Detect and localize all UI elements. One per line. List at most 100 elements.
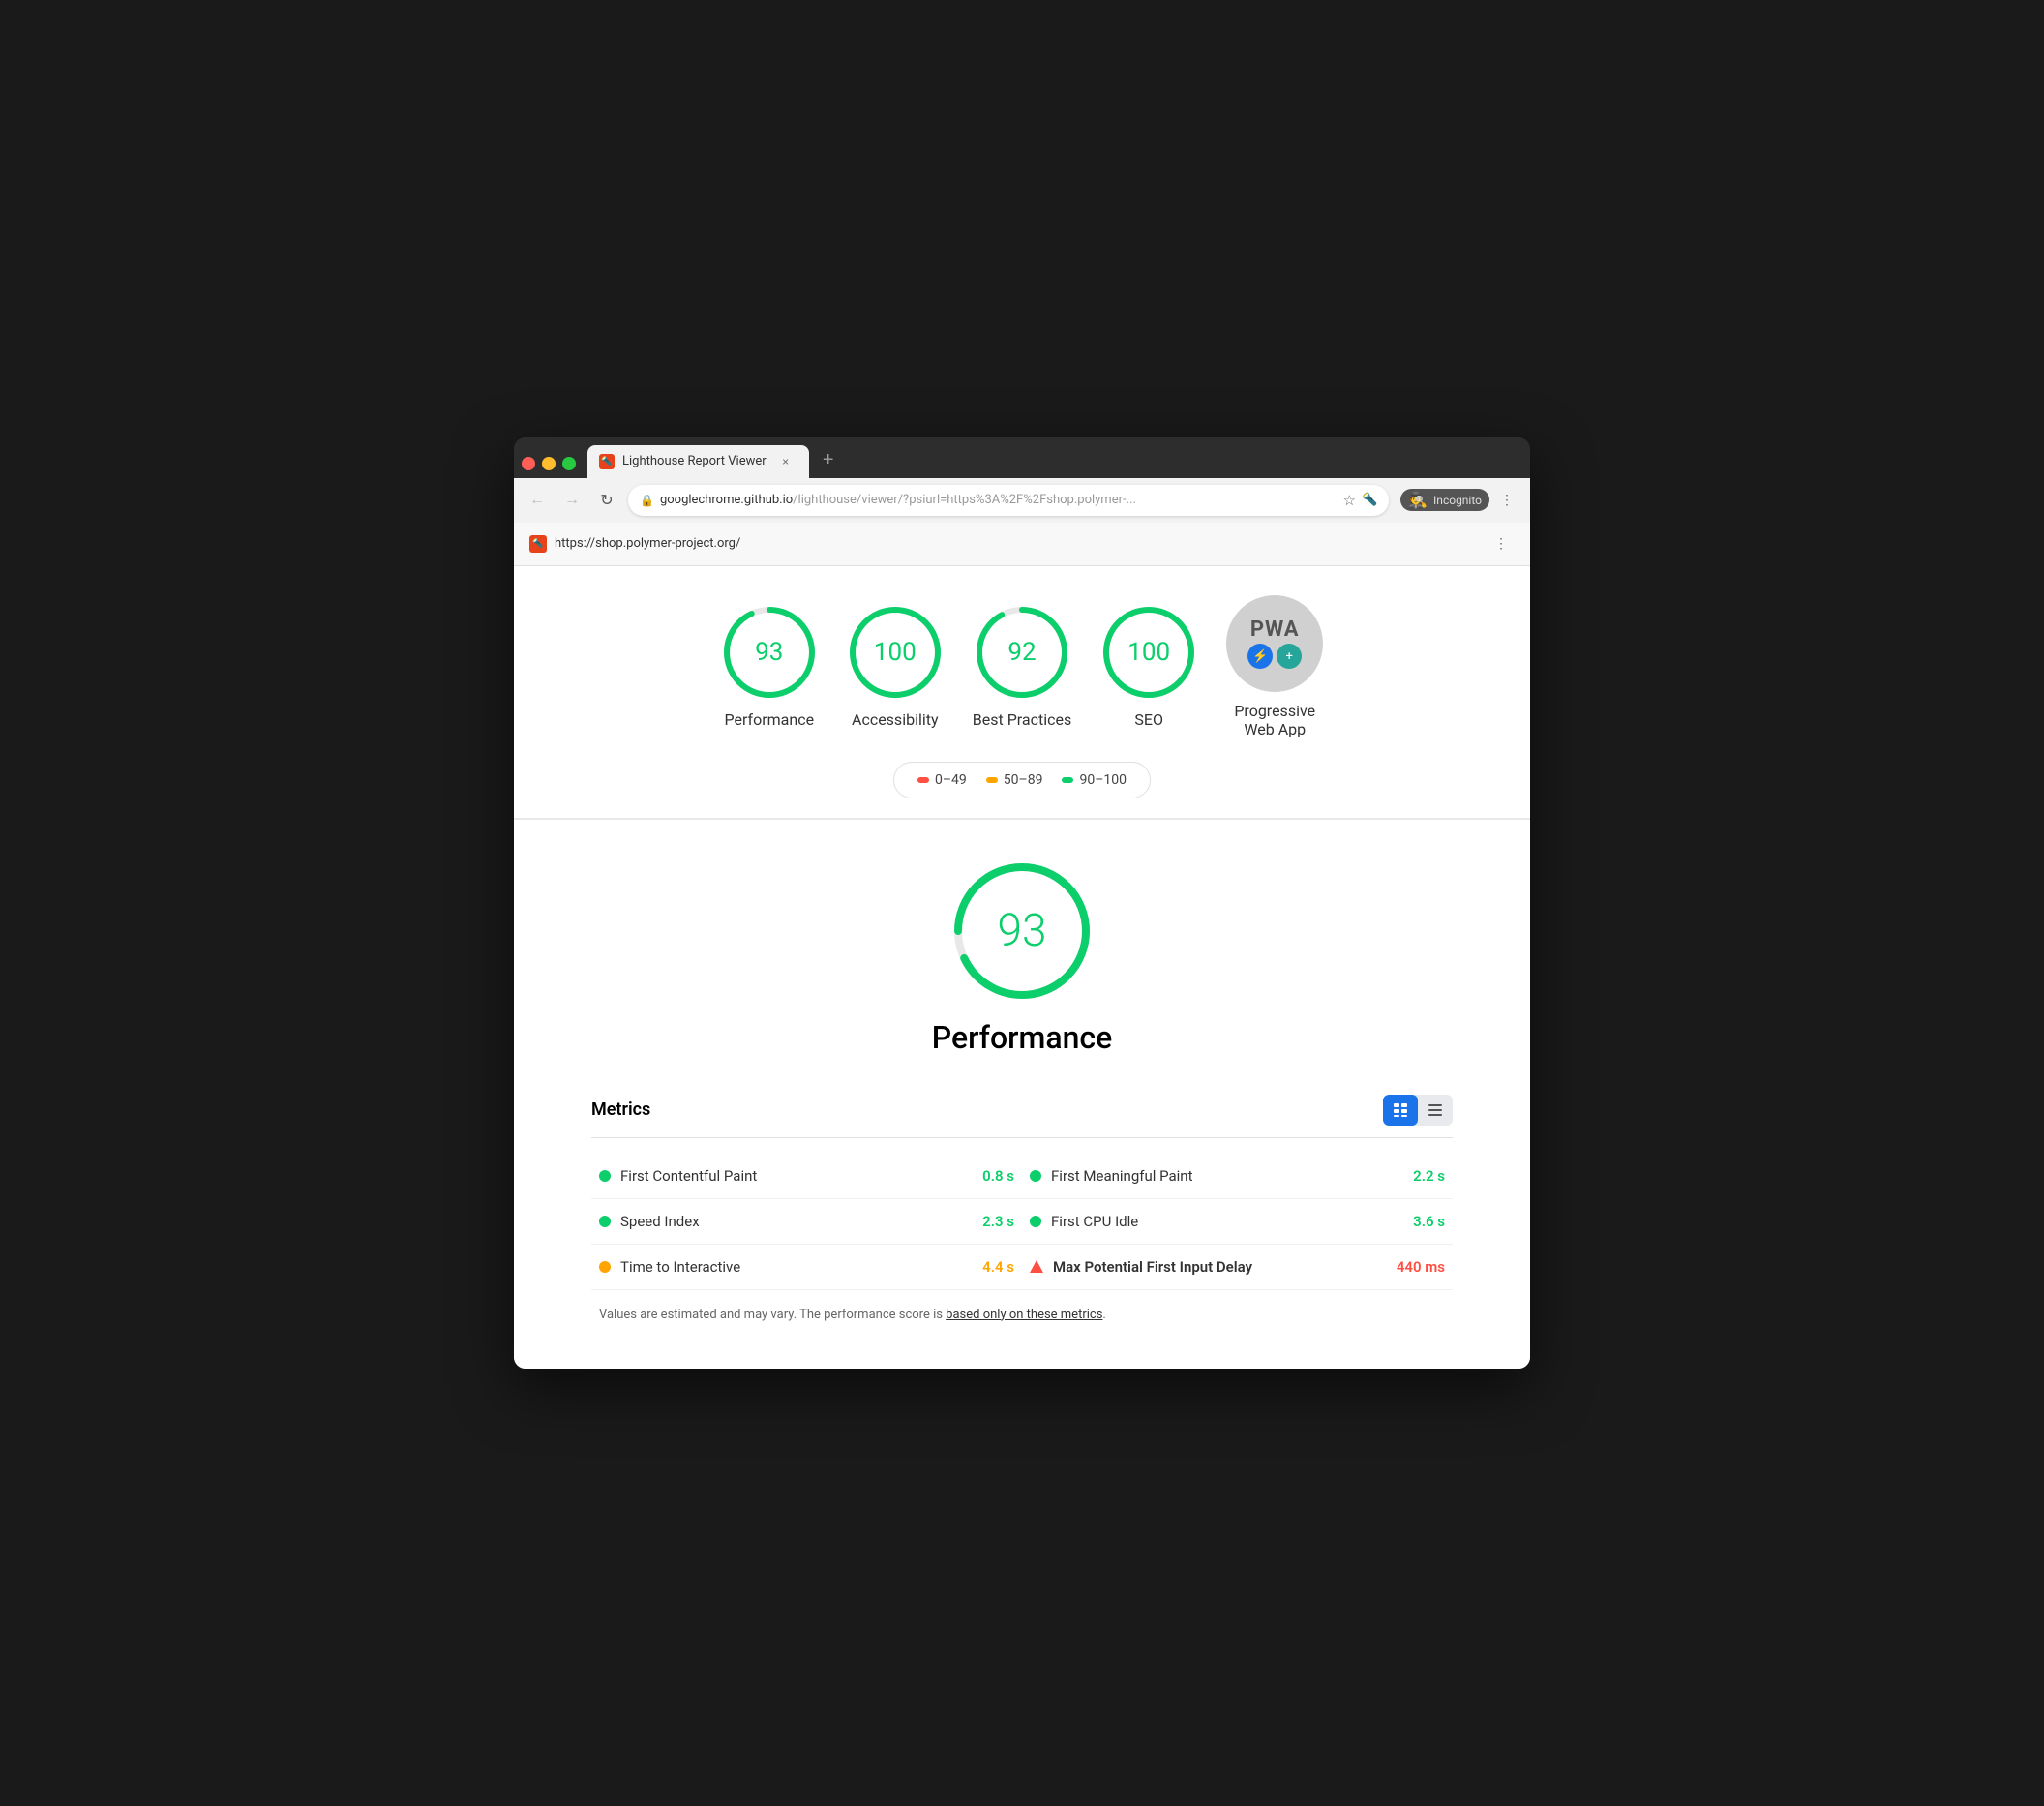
score-item-pwa: PWA ⚡ + ProgressiveWeb App xyxy=(1226,595,1323,738)
address-text: googlechrome.github.io/lighthouse/viewer… xyxy=(660,493,1338,507)
pwa-circle[interactable]: PWA ⚡ + xyxy=(1226,595,1323,692)
metrics-right-column: First Meaningful Paint 2.2 s First CPU I… xyxy=(1022,1154,1453,1290)
metrics-note-link[interactable]: based only on these metrics xyxy=(946,1308,1102,1322)
metrics-left-column: First Contentful Paint 0.8 s Speed Index… xyxy=(591,1154,1022,1290)
metrics-note: Values are estimated and may vary. The p… xyxy=(591,1290,1453,1340)
view-toggle xyxy=(1383,1095,1453,1126)
fcp-dot xyxy=(599,1170,611,1182)
pwa-text: PWA xyxy=(1250,617,1300,642)
metrics-title: Metrics xyxy=(591,1099,650,1120)
scores-row: 93 Performance 100 Accessibility xyxy=(721,595,1323,738)
accessibility-score: 100 xyxy=(874,638,917,667)
performance-label: Performance xyxy=(725,710,815,729)
accessibility-label: Accessibility xyxy=(852,710,939,729)
incognito-label: Incognito xyxy=(1433,494,1482,507)
tab-bar: 🔦 Lighthouse Report Viewer × + xyxy=(514,437,1530,478)
best-practices-label: Best Practices xyxy=(973,710,1071,729)
address-path: /lighthouse/viewer/?psiurl=https%3A%2F%2… xyxy=(793,493,1136,507)
new-tab-button[interactable]: + xyxy=(815,451,842,478)
pwa-label: ProgressiveWeb App xyxy=(1234,702,1315,738)
lighthouse-banner: 🔦 https://shop.polymer-project.org/ ⋮ xyxy=(514,523,1530,566)
reload-button[interactable]: ↻ xyxy=(593,487,620,514)
fcp-name: First Contentful Paint xyxy=(620,1167,973,1185)
tti-dot xyxy=(599,1261,611,1273)
score-item-performance: 93 Performance xyxy=(721,604,818,729)
performance-section: 93 Performance Metrics xyxy=(514,820,1530,1370)
metric-row-fci[interactable]: First CPU Idle 3.6 s xyxy=(1022,1199,1453,1245)
fci-value: 3.6 s xyxy=(1413,1213,1445,1230)
legend-pill: 0–49 50–89 90–100 xyxy=(893,762,1151,798)
metrics-note-suffix: . xyxy=(1102,1308,1105,1322)
performance-header: 93 Performance xyxy=(572,858,1472,1056)
si-name: Speed Index xyxy=(620,1213,973,1230)
banner-menu-button[interactable]: ⋮ xyxy=(1488,530,1515,557)
performance-title: Performance xyxy=(932,1019,1112,1056)
legend-green-dot xyxy=(1062,777,1073,783)
back-button[interactable]: ← xyxy=(524,487,551,514)
seo-score: 100 xyxy=(1127,638,1170,667)
grid-view-button[interactable] xyxy=(1383,1095,1418,1126)
performance-big-score: 93 xyxy=(997,905,1046,957)
legend-red-dot xyxy=(917,777,929,783)
tti-value: 4.4 s xyxy=(982,1258,1014,1276)
page-content: 93 Performance 100 Accessibility xyxy=(514,566,1530,1370)
metrics-grid: First Contentful Paint 0.8 s Speed Index… xyxy=(591,1154,1453,1290)
legend-orange-dot xyxy=(986,777,998,783)
browser-tab[interactable]: 🔦 Lighthouse Report Viewer × xyxy=(587,445,809,478)
pwa-plus-icon: + xyxy=(1277,644,1302,669)
tti-name: Time to Interactive xyxy=(620,1258,973,1276)
score-item-best-practices: 92 Best Practices xyxy=(973,604,1071,729)
banner-url: https://shop.polymer-project.org/ xyxy=(555,536,740,551)
metric-row-fcp[interactable]: First Contentful Paint 0.8 s xyxy=(591,1154,1022,1199)
metric-row-si[interactable]: Speed Index 2.3 s xyxy=(591,1199,1022,1245)
banner-lighthouse-icon: 🔦 xyxy=(529,535,547,553)
si-dot xyxy=(599,1216,611,1227)
metrics-note-prefix: Values are estimated and may vary. The p… xyxy=(599,1308,946,1322)
browser-window: 🔦 Lighthouse Report Viewer × + ← → ↻ 🔒 g… xyxy=(514,437,1530,1370)
accessibility-circle[interactable]: 100 xyxy=(847,604,944,701)
fmp-dot xyxy=(1030,1170,1041,1182)
legend-fail: 0–49 xyxy=(917,772,967,788)
mpfid-value: 440 ms xyxy=(1397,1258,1445,1276)
window-controls xyxy=(522,457,576,478)
metric-row-fmp[interactable]: First Meaningful Paint 2.2 s xyxy=(1022,1154,1453,1199)
tab-close-button[interactable]: × xyxy=(778,454,794,469)
menu-button[interactable]: ⋮ xyxy=(1493,487,1520,514)
fcp-value: 0.8 s xyxy=(982,1167,1014,1185)
star-icon: ☆ xyxy=(1342,492,1355,509)
metrics-section: Metrics xyxy=(572,1095,1472,1340)
incognito-badge: 🕵 Incognito xyxy=(1400,489,1489,511)
seo-label: SEO xyxy=(1134,710,1163,729)
forward-button[interactable]: → xyxy=(558,487,586,514)
metric-row-mpfid[interactable]: Max Potential First Input Delay 440 ms xyxy=(1022,1245,1453,1290)
legend-average: 50–89 xyxy=(986,772,1043,788)
best-practices-score: 92 xyxy=(1007,638,1036,667)
legend-fail-range: 0–49 xyxy=(935,772,967,788)
fmp-value: 2.2 s xyxy=(1413,1167,1445,1185)
lock-icon: 🔒 xyxy=(640,494,654,507)
address-bar[interactable]: 🔒 googlechrome.github.io/lighthouse/view… xyxy=(628,485,1389,516)
lighthouse-icon: 🔦 xyxy=(1362,493,1377,507)
address-base: googlechrome.github.io xyxy=(660,493,793,507)
pwa-icons-row: ⚡ + xyxy=(1247,644,1302,669)
fmp-name: First Meaningful Paint xyxy=(1051,1167,1403,1185)
minimize-button[interactable] xyxy=(542,457,556,470)
score-item-seo: 100 SEO xyxy=(1100,604,1197,729)
browser-actions: 🕵 Incognito ⋮ xyxy=(1400,487,1520,514)
maximize-button[interactable] xyxy=(562,457,576,470)
legend-pass-range: 90–100 xyxy=(1079,772,1127,788)
best-practices-circle[interactable]: 92 xyxy=(974,604,1070,701)
seo-circle[interactable]: 100 xyxy=(1100,604,1197,701)
scores-section: 93 Performance 100 Accessibility xyxy=(514,566,1530,820)
performance-circle[interactable]: 93 xyxy=(721,604,818,701)
legend-pass: 90–100 xyxy=(1062,772,1127,788)
performance-big-circle: 93 xyxy=(949,858,1095,1004)
metrics-header: Metrics xyxy=(591,1095,1453,1138)
browser-chrome: 🔦 Lighthouse Report Viewer × + ← → ↻ 🔒 g… xyxy=(514,437,1530,523)
close-button[interactable] xyxy=(522,457,535,470)
list-view-button[interactable] xyxy=(1418,1095,1453,1126)
tab-favicon: 🔦 xyxy=(599,454,615,469)
address-bar-row: ← → ↻ 🔒 googlechrome.github.io/lighthous… xyxy=(514,478,1530,523)
si-value: 2.3 s xyxy=(982,1213,1014,1230)
metric-row-tti[interactable]: Time to Interactive 4.4 s xyxy=(591,1245,1022,1290)
